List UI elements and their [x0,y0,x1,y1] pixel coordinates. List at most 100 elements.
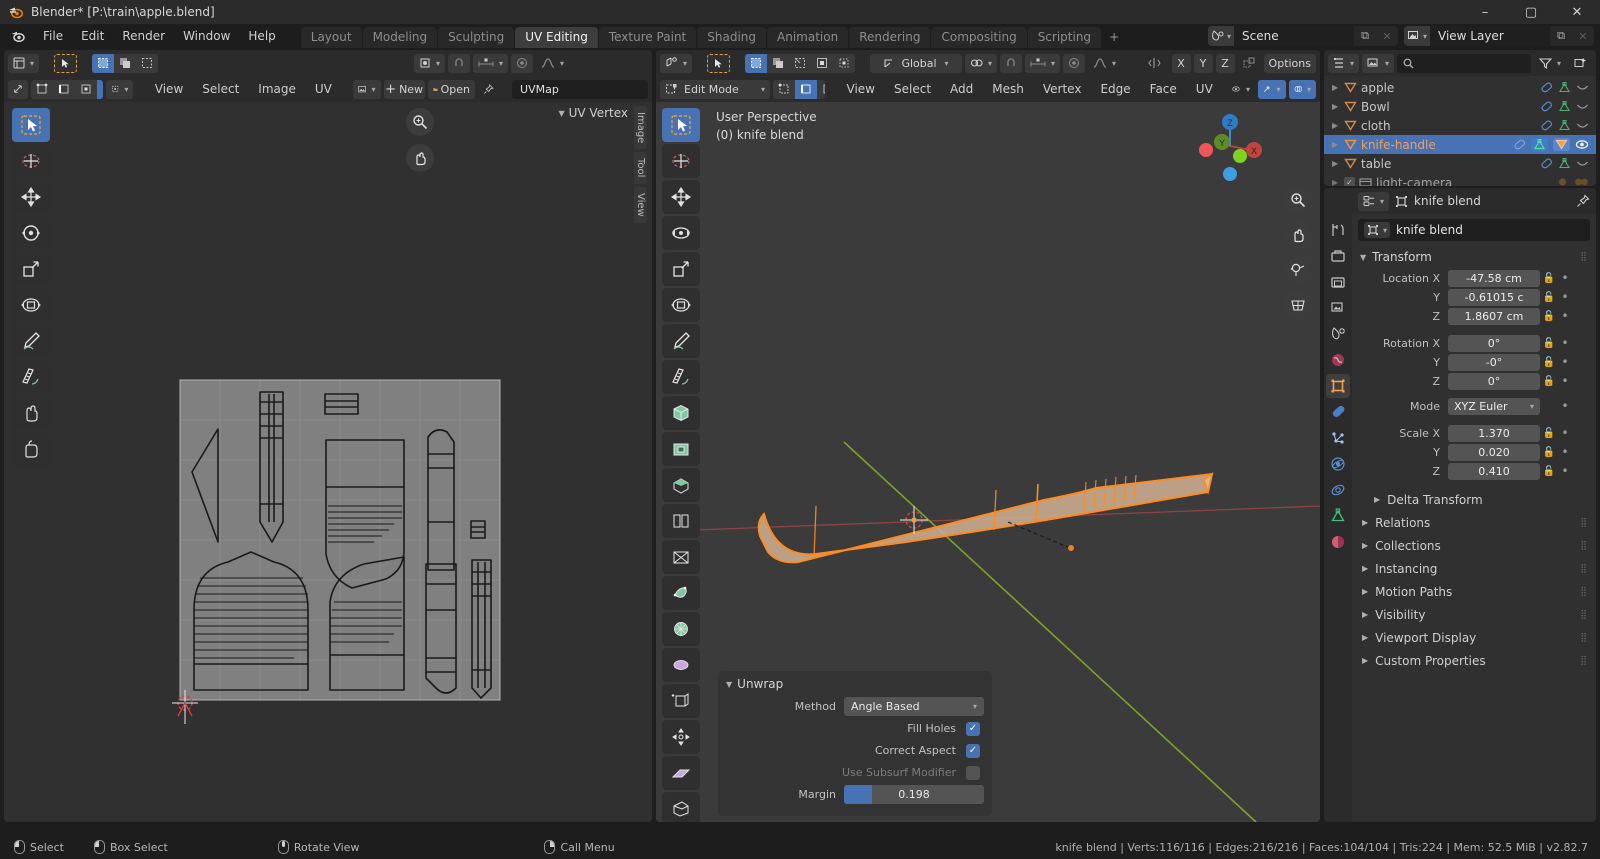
workspace-tab-layout[interactable]: Layout [300,27,362,48]
mirror-axis-x[interactable]: X [1171,53,1191,73]
delta-transform-section[interactable]: ▶ Delta Transform [1352,488,1596,511]
uv-tool-relax[interactable] [12,432,50,466]
gizmo-toggle-button[interactable]: ▾ [1258,79,1286,99]
animate-dot[interactable]: • [1558,290,1572,304]
drag-handle-dots[interactable]: ⣿ [1580,656,1588,666]
v3d-menu-mesh[interactable]: Mesh [984,80,1032,98]
pivot-point-button-3d[interactable]: ▾ [965,53,998,73]
uv-tool-transform[interactable] [12,288,50,322]
v3d-tool-smooth[interactable] [662,684,700,718]
scale-x-field[interactable]: 1.370 [1448,424,1540,442]
lock-icon[interactable]: 🔓 [1540,357,1558,368]
v3d-menu-edge[interactable]: Edge [1092,80,1138,98]
uv-sidetab-image[interactable]: Image [634,106,647,150]
add-workspace-button[interactable]: + [1102,27,1126,48]
properties-tab-tool[interactable] [1326,218,1350,242]
properties-tab-material[interactable] [1326,530,1350,554]
location-y-field[interactable]: -0.61015 c [1448,288,1540,306]
rotation-z-field[interactable]: 0° [1448,372,1540,390]
outliner-row-knife-handle[interactable]: ▶ knife-handle [1324,135,1596,154]
section-instancing[interactable]: ▶ Instancing ⣿ [1352,557,1596,580]
outliner-row-light-camera[interactable]: ▶ ✓ light-camera [1324,173,1596,186]
maximize-button[interactable]: ▢ [1508,0,1554,24]
uv-editor-canvas[interactable] [4,102,652,822]
v3d-tool-shrink-fatten[interactable] [662,720,700,754]
lock-icon[interactable]: 🔓 [1540,447,1558,458]
outliner-row-cloth[interactable]: ▶ cloth [1324,116,1596,135]
animate-dot[interactable]: • [1558,374,1572,388]
menu-help[interactable]: Help [239,26,284,46]
workspace-tab-scripting[interactable]: Scripting [1027,27,1102,48]
animate-dot[interactable]: • [1558,271,1572,285]
view3d-editor-type-button[interactable]: ▾ [660,53,693,73]
properties-tab-scene[interactable] [1326,322,1350,346]
animate-dot[interactable]: • [1558,445,1572,459]
lock-icon[interactable]: 🔓 [1540,338,1558,349]
animate-dot[interactable]: • [1558,426,1572,440]
uv-tool-rotate[interactable] [12,216,50,250]
select-extend-button[interactable] [114,54,136,73]
drag-handle-dots[interactable]: ⣿ [1580,587,1588,597]
menu-edit[interactable]: Edit [72,26,113,46]
object-visibility-eye-icon[interactable]: ▾ [1227,80,1255,99]
menu-window[interactable]: Window [174,26,239,46]
workspace-tab-modeling[interactable]: Modeling [362,27,438,48]
properties-tab-particles[interactable] [1326,426,1350,450]
outliner-search-input[interactable] [1397,53,1531,73]
falloff-type-button-3d[interactable]: ▾ [1088,54,1121,73]
outliner-row-bowl[interactable]: ▶ Bowl [1324,97,1596,116]
new-collection-icon[interactable] [1569,54,1592,73]
rotation-y-field[interactable]: -0° [1448,353,1540,371]
v3d-tool-rotate[interactable] [662,216,700,250]
mesh-edge-select-button[interactable] [795,79,817,99]
mirror-axis-z[interactable]: Z [1215,53,1235,73]
pin-icon[interactable] [1576,194,1590,208]
animate-dot[interactable]: • [1558,464,1572,478]
mesh-vertex-select-button[interactable] [773,80,795,99]
uv-tool-grab[interactable] [12,396,50,430]
v3d-tool-rip-region[interactable] [662,792,700,822]
v3d-tool-shear[interactable] [662,756,700,790]
section-motion-paths[interactable]: ▶ Motion Paths ⣿ [1352,580,1596,603]
v3d-tool-scale[interactable] [662,252,700,286]
animate-dot[interactable]: • [1558,355,1572,369]
object-browse-button[interactable]: ▾ [1364,222,1390,238]
lock-icon[interactable]: 🔓 [1540,428,1558,439]
uv-tool-scale[interactable] [12,252,50,286]
v3d-tool-tweak[interactable] [662,108,700,142]
v3d-select-set-button[interactable] [745,53,768,73]
menu-render[interactable]: Render [113,26,174,46]
select-set-button[interactable] [92,53,115,73]
lock-icon[interactable]: 🔓 [1540,292,1558,303]
uv-tool-measure[interactable] [12,360,50,394]
object-name-field[interactable]: ▾ knife blend [1358,219,1590,241]
properties-tab-render[interactable] [1326,244,1350,268]
animate-dot[interactable]: • [1558,336,1572,350]
uv-menu-uv[interactable]: UV [307,80,340,98]
pan-icon[interactable] [406,144,434,172]
uv-sidetab-tool[interactable]: Tool [634,152,647,184]
snap-magnet-icon-3d[interactable] [1000,53,1023,73]
outliner-row-apple[interactable]: ▶ apple [1324,78,1596,97]
drag-handle-dots[interactable]: ⣿ [1580,252,1588,262]
v3d-tool-add-cube[interactable] [662,396,700,430]
snap-target-button[interactable]: ▾ [473,53,509,73]
uv-sticky-mode-button[interactable]: ▾ [106,79,134,99]
expand-triangle-icon[interactable]: ▶ [1332,102,1344,111]
v3d-tool-poly-build[interactable] [662,612,700,646]
v3d-tool-measure[interactable] [662,360,700,394]
close-button[interactable]: ✕ [1554,0,1600,24]
v3d-tool-inset-faces[interactable] [662,468,700,502]
section-visibility[interactable]: ▶ Visibility ⣿ [1352,603,1596,626]
properties-tab-world[interactable] [1326,348,1350,372]
v3d-select-extend-button[interactable] [767,54,789,73]
uv-tool-move[interactable] [12,180,50,214]
drag-handle-dots[interactable]: ⣿ [1580,541,1588,551]
outliner-display-mode-button[interactable]: ▾ [1362,53,1395,73]
properties-tab-physics[interactable] [1326,452,1350,476]
uv-vertex-select-button[interactable] [31,80,53,99]
uv-tool-cursor[interactable] [12,144,50,178]
unwrap-margin-slider[interactable]: 0.198 [844,785,984,804]
drag-handle-dots[interactable]: ⣿ [1580,564,1588,574]
v3d-menu-view[interactable]: View [839,80,883,98]
